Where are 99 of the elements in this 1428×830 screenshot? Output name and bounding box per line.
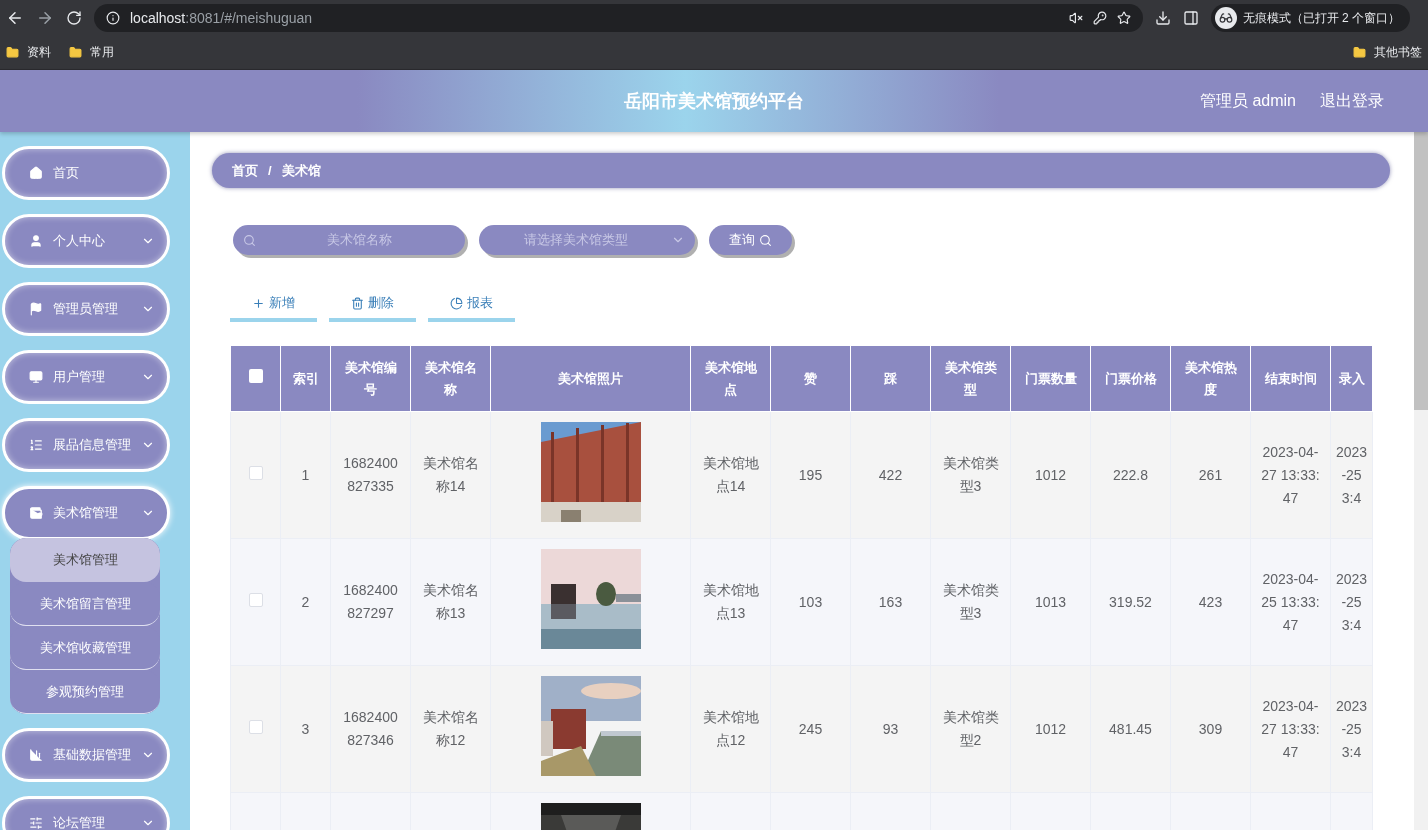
info-icon[interactable] — [106, 11, 120, 25]
sidebar-item[interactable]: 美术馆管理 — [2, 486, 170, 540]
table-cell: 103 — [798, 593, 823, 610]
sidebar-item[interactable]: 论坛管理 — [2, 796, 170, 830]
column-header: 门票数量 — [1010, 345, 1091, 412]
table-cell: 309 — [1198, 720, 1223, 737]
table-cell: 美术馆类型3 — [942, 455, 999, 494]
scrollbar[interactable] — [1414, 132, 1428, 830]
bookmark-folder[interactable]: 常用 — [69, 44, 114, 61]
query-button[interactable]: 查询 — [709, 225, 792, 255]
table-cell: 1012 — [1034, 720, 1067, 737]
column-header: 门票价格 — [1090, 345, 1171, 412]
table-cell: 422 — [878, 466, 903, 483]
table-cell: 1013 — [1034, 593, 1067, 610]
trash-icon — [351, 296, 364, 310]
table-cell: 1012 — [1034, 466, 1067, 483]
plus-icon — [252, 296, 265, 310]
breadcrumb-item[interactable]: 首页 — [232, 161, 258, 180]
table-cell: 1682400827335 — [343, 455, 398, 494]
table-cell: 美术馆名称14 — [422, 455, 479, 494]
breadcrumb-separator: / — [268, 163, 272, 178]
forward-icon[interactable] — [36, 9, 54, 27]
column-header: 录入 — [1330, 345, 1373, 412]
bookmark-folder[interactable]: 其他书签 — [1353, 44, 1422, 61]
search-icon — [243, 233, 256, 247]
table-cell: 2023 -25 3:4 — [1335, 443, 1368, 506]
folder-icon — [1353, 46, 1366, 59]
table-cell: 美术馆名称13 — [422, 582, 479, 621]
row-checkbox[interactable] — [248, 592, 263, 607]
table-cell: 423 — [1198, 593, 1223, 610]
column-header: 美术馆热度 — [1170, 345, 1251, 412]
table-cell: 222.8 — [1112, 466, 1148, 483]
table-cell: 2023-04-27 13:33:47 — [1261, 697, 1320, 760]
key-icon[interactable] — [1092, 11, 1107, 25]
table-cell: 1682400827346 — [343, 709, 398, 748]
row-checkbox[interactable] — [248, 719, 263, 734]
sidebar-item[interactable]: 个人中心 — [2, 214, 170, 268]
sidebar-item[interactable]: 展品信息管理 — [2, 418, 170, 472]
column-header: 美术馆类型 — [930, 345, 1011, 412]
column-header: 美术馆地点 — [690, 345, 771, 412]
mute-icon[interactable] — [1068, 11, 1083, 25]
sidebar-item[interactable]: 基础数据管理 — [2, 728, 170, 782]
table-cell: 美术馆地点12 — [702, 709, 759, 748]
app-title: 岳阳市美术馆预约平台 — [624, 90, 804, 113]
type-select[interactable]: 请选择美术馆类型 — [479, 225, 695, 255]
table-cell: 245 — [798, 720, 823, 737]
bookmark-star-icon[interactable] — [1116, 11, 1131, 25]
reload-icon[interactable] — [66, 10, 82, 26]
row-checkbox[interactable] — [248, 465, 263, 480]
table-cell: 195 — [798, 466, 823, 483]
search-icon — [759, 233, 772, 247]
table-cell: 美术馆类型3 — [942, 582, 999, 621]
table-cell: 3 — [301, 720, 310, 737]
report-button[interactable]: 报表 — [428, 288, 515, 322]
table-cell: 163 — [878, 593, 903, 610]
address-bar[interactable]: localhost:8081/#/meishuguan — [94, 4, 1143, 32]
pie-chart-icon — [450, 296, 463, 310]
folder-icon — [6, 46, 19, 59]
submenu-item[interactable]: 美术馆管理 — [10, 538, 160, 582]
download-icon[interactable] — [1154, 10, 1171, 26]
table-cell: 93 — [882, 720, 899, 737]
admin-user: 管理员 admin — [1199, 90, 1296, 111]
sidebar-item[interactable]: 管理员管理 — [2, 282, 170, 336]
table-cell: 美术馆名称12 — [422, 709, 479, 748]
sidebar-item[interactable]: 首页 — [2, 146, 170, 200]
column-header: 踩 — [850, 345, 931, 412]
table-cell: 1 — [301, 466, 310, 483]
add-button[interactable]: 新增 — [230, 288, 317, 322]
back-icon[interactable] — [6, 9, 24, 27]
table-cell: 美术馆类型2 — [942, 709, 999, 748]
column-header: 美术馆编号 — [330, 345, 411, 412]
sidebar-item[interactable]: 用户管理 — [2, 350, 170, 404]
name-search-field[interactable]: 美术馆名称 — [233, 225, 465, 255]
table-cell: 2023-04-25 13:33:47 — [1261, 570, 1320, 633]
url-text: localhost:8081/#/meishuguan — [130, 10, 313, 26]
select-all-checkbox[interactable] — [248, 368, 263, 383]
column-header: 美术馆照片 — [490, 345, 691, 412]
side-panel-icon[interactable] — [1182, 10, 1199, 26]
column-header: 结束时间 — [1250, 345, 1331, 412]
table-cell: 2023 -25 3:4 — [1335, 570, 1368, 633]
table-cell: 319.52 — [1109, 593, 1152, 610]
table-cell: 美术馆地点13 — [702, 582, 759, 621]
logout-link[interactable]: 退出登录 — [1320, 90, 1384, 112]
incognito-icon — [1214, 7, 1237, 29]
bookmark-folder[interactable]: 资料 — [6, 44, 51, 61]
table-cell: 2023-04-27 13:33:47 — [1261, 443, 1320, 506]
column-header: 赞 — [770, 345, 851, 412]
incognito-badge[interactable]: 无痕模式（已打开 2 个窗口） — [1210, 4, 1410, 32]
table-cell: 1682400827297 — [343, 582, 398, 621]
folder-icon — [69, 46, 82, 59]
table-cell: 261 — [1198, 466, 1223, 483]
table-cell: 481.45 — [1109, 720, 1152, 737]
column-header: 美术馆名称 — [410, 345, 491, 412]
table-cell: 2 — [301, 593, 310, 610]
table-cell: 美术馆地点14 — [702, 455, 759, 494]
column-header: 索引 — [280, 345, 331, 412]
delete-button[interactable]: 删除 — [329, 288, 416, 322]
table-cell: 2023 -25 3:4 — [1335, 697, 1368, 760]
breadcrumb-item[interactable]: 美术馆 — [281, 161, 321, 180]
